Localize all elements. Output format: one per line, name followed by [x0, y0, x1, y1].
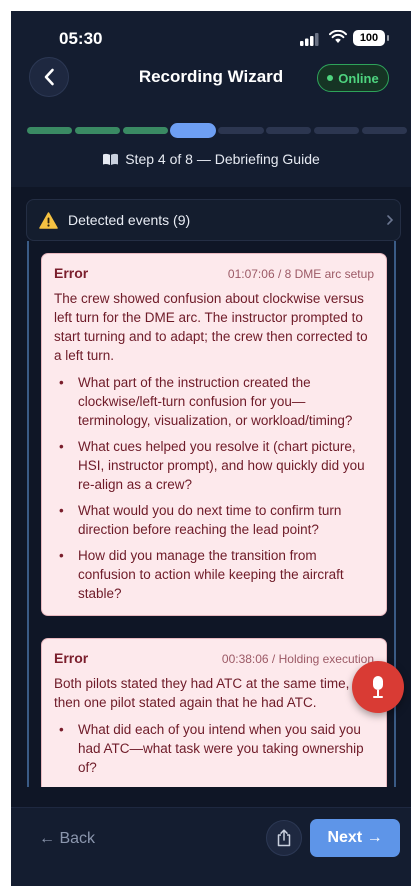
- progress-segment: [361, 127, 407, 134]
- debrief-questions: What part of the instruction created the…: [54, 373, 374, 603]
- share-button[interactable]: [266, 820, 302, 856]
- status-bar: 05:30 100: [11, 11, 411, 63]
- detected-events-header[interactable]: Detected events (9): [26, 199, 401, 241]
- open-book-icon: [103, 153, 119, 165]
- event-timestamp: 01:07:06 / 8 DME arc setup: [227, 267, 374, 281]
- step-label: Step 4 of 8 — Debriefing Guide: [125, 151, 320, 167]
- debrief-question: What cues helped you resolve it (chart p…: [54, 437, 374, 494]
- event-description: The crew showed confusion about clockwis…: [54, 291, 368, 363]
- debrief-question: What part of the instruction created the…: [54, 373, 374, 430]
- battery-indicator: 100: [353, 30, 389, 46]
- event-kind: Error: [54, 265, 89, 281]
- progress-segment: [27, 127, 73, 134]
- warning-icon: [39, 211, 58, 229]
- share-icon: [277, 829, 291, 847]
- step-indicator: Step 4 of 8 — Debriefing Guide: [11, 151, 411, 167]
- progress-segment: [313, 127, 360, 134]
- debrief-question: What would you do next time to confirm t…: [54, 501, 374, 539]
- progress-segment: [218, 127, 264, 134]
- event-timestamp: 00:38:06 / Holding execution: [221, 652, 374, 666]
- debrief-questions: What did each of you intend when you sai…: [54, 720, 374, 777]
- progress-segment: [74, 127, 121, 134]
- back-button[interactable]: ← Back: [39, 830, 95, 848]
- progress-segment: [266, 127, 312, 134]
- debrief-question: How did you manage the transition from c…: [54, 546, 374, 603]
- debrief-question: What did each of you intend when you sai…: [54, 720, 374, 777]
- online-status-badge: Online: [317, 64, 389, 92]
- event-kind: Error: [54, 650, 89, 666]
- event-description: Both pilots stated they had ATC at the s…: [54, 676, 350, 710]
- online-dot-icon: [327, 75, 334, 81]
- footer-bar: ← Back Next →: [11, 807, 411, 886]
- next-button[interactable]: Next →: [310, 819, 400, 857]
- chevron-right-icon: [387, 215, 394, 225]
- online-status-label: Online: [338, 70, 379, 86]
- event-card[interactable]: Error 01:07:06 / 8 DME arc setup The cre…: [41, 253, 387, 616]
- status-time: 05:30: [59, 29, 103, 48]
- step-progress-bar: [27, 123, 407, 139]
- content-panel: Detected events (9) Error 01:07:06 / 8 D…: [11, 187, 411, 807]
- wifi-icon: [329, 30, 347, 43]
- microphone-icon: [373, 676, 383, 698]
- progress-segment: [122, 127, 168, 134]
- progress-segment: [170, 123, 216, 138]
- detected-events-label: Detected events (9): [68, 212, 191, 228]
- record-microphone-button[interactable]: [352, 661, 404, 713]
- events-list[interactable]: Error 01:07:06 / 8 DME arc setup The cre…: [27, 241, 396, 787]
- app-screen: 05:30 100 Recording Wizard Online Step 4…: [11, 11, 411, 886]
- cellular-signal-icon: [300, 33, 319, 46]
- event-card[interactable]: Error 00:38:06 / Holding execution Both …: [41, 638, 387, 787]
